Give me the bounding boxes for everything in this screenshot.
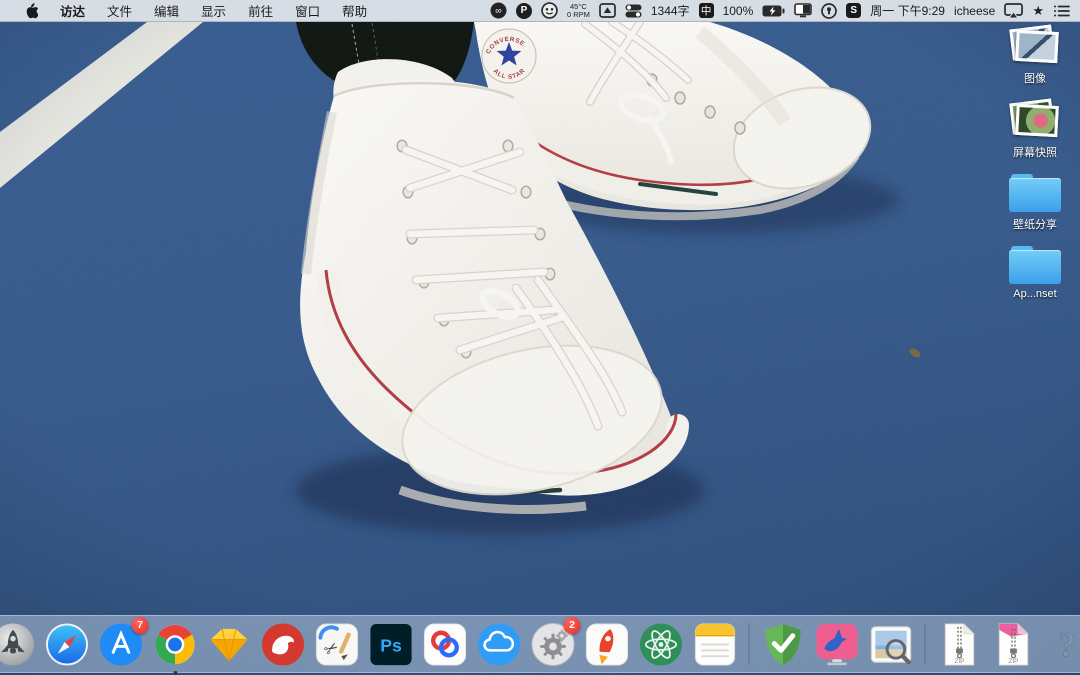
photo-stack-icon	[1010, 100, 1060, 140]
dock-pink-bird-app[interactable]	[814, 621, 861, 668]
word-count[interactable]: 1344字	[651, 0, 690, 21]
zip-file-icon: ZIP	[936, 621, 983, 668]
pink-bird-icon	[814, 621, 861, 668]
p-circle-icon[interactable]: P	[516, 0, 532, 21]
list-icon[interactable]	[1053, 0, 1070, 21]
menu-help[interactable]: 帮助	[331, 0, 378, 21]
dock-baidu-netdisk[interactable]	[422, 621, 469, 668]
safari-compass-icon	[44, 621, 91, 668]
menu-go[interactable]: 前往	[237, 0, 284, 21]
menu-bar-clock[interactable]: 周一 下午9:29	[870, 0, 945, 21]
atom-icon	[638, 621, 685, 668]
dock-red-dog-app[interactable]	[260, 621, 307, 668]
menu-file[interactable]: 文件	[96, 0, 143, 21]
clipper-scissors-icon: ✂	[314, 621, 361, 668]
toggles-icon[interactable]	[625, 0, 642, 21]
svg-text:∞: ∞	[495, 6, 501, 16]
desktop-icon-label: 图像	[1024, 70, 1046, 86]
dock-sketch[interactable]	[206, 621, 253, 668]
apple-icon	[25, 3, 38, 19]
battery-percent: 100%	[723, 0, 754, 21]
dock-atom-app[interactable]	[638, 621, 685, 668]
keyhole-circle-icon[interactable]	[821, 0, 837, 21]
question-mark-icon: ?	[1044, 621, 1080, 668]
dock-preview[interactable]	[868, 621, 915, 668]
folder-icon	[1009, 174, 1061, 212]
dock-safari[interactable]	[44, 621, 91, 668]
photo-stack-icon	[1010, 26, 1060, 66]
star-icon[interactable]: ★	[1032, 0, 1044, 21]
dock-zip-archive-pink[interactable]: ZIP	[990, 621, 1037, 668]
fan-rpm-value: 0 RPM	[567, 10, 590, 19]
launchpad-rocket-icon	[0, 621, 37, 668]
folder-icon	[1009, 246, 1061, 284]
system-preferences-badge: 2	[564, 617, 581, 634]
photoshop-icon: Ps	[368, 621, 415, 668]
rocket-icon	[584, 621, 631, 668]
menu-bar-left: 访达 文件 编辑 显示 前往 窗口 帮助	[0, 0, 378, 21]
dock-adguard[interactable]	[760, 621, 807, 668]
dock: 7 ✂	[0, 615, 1080, 673]
menu-edit[interactable]: 编辑	[143, 0, 190, 21]
eject-display-icon[interactable]	[599, 0, 616, 21]
dock-launchpad[interactable]	[0, 621, 37, 668]
dock-photoshop[interactable]: Ps	[368, 621, 415, 668]
ps-label: Ps	[380, 635, 402, 655]
display-icon[interactable]	[794, 0, 812, 21]
desktop-icon-images[interactable]: 图像	[992, 26, 1078, 86]
zip-label: ZIP	[955, 658, 965, 665]
s-app-icon[interactable]: S	[846, 0, 861, 21]
running-indicator	[173, 671, 177, 675]
dock-chrome[interactable]	[152, 621, 199, 668]
screen-mirroring-icon[interactable]	[1004, 0, 1023, 21]
zip-file-pink-icon: ZIP	[990, 621, 1037, 668]
baidu-netdisk-icon	[422, 621, 469, 668]
dock-system-preferences[interactable]: 2	[530, 621, 577, 668]
notes-icon	[692, 621, 739, 668]
desktop-icon-label: 壁纸分享	[1013, 216, 1057, 232]
creative-cloud-icon[interactable]: ∞	[490, 0, 507, 21]
cloud-icon	[476, 621, 523, 668]
zip-label: ZIP	[1009, 658, 1019, 665]
apple-menu[interactable]	[14, 0, 49, 21]
preview-loupe-icon	[868, 621, 915, 668]
desktop-icon-column: 图像 屏幕快照 壁纸分享 Ap...nset	[992, 26, 1078, 300]
menu-view[interactable]: 显示	[190, 0, 237, 21]
menu-bar: 访达 文件 编辑 显示 前往 窗口 帮助 ∞ P 45°C0 RPM 1344字…	[0, 0, 1080, 22]
user-switcher[interactable]: icheese	[954, 0, 995, 21]
dock-divider	[749, 623, 750, 665]
sketch-diamond-icon	[206, 621, 253, 668]
desktop-icon-label: Ap...nset	[1013, 288, 1056, 300]
desktop-icon-wallpaper-share[interactable]: 壁纸分享	[992, 174, 1078, 232]
shield-check-icon	[760, 621, 807, 668]
dock-rocket-app[interactable]	[584, 621, 631, 668]
menu-bar-status: ∞ P 45°C0 RPM 1344字 中 100% S 周一 下午9:29 i…	[490, 0, 1080, 21]
dock-notes[interactable]	[692, 621, 739, 668]
app-store-badge: 7	[132, 617, 149, 634]
dock-zip-archive[interactable]: ZIP	[936, 621, 983, 668]
question-glyph: ?	[1058, 625, 1076, 664]
desktop-wallpaper: CONVERSE ALL STAR	[0, 22, 1080, 675]
menu-finder[interactable]: 访达	[49, 0, 96, 21]
dock-clipper-app[interactable]: ✂	[314, 621, 361, 668]
desktop-icon-apnset[interactable]: Ap...nset	[992, 246, 1078, 300]
input-method-icon[interactable]: 中	[699, 0, 714, 21]
chrome-icon	[152, 621, 199, 668]
dock-app-store[interactable]: 7	[98, 621, 145, 668]
dock-divider	[925, 623, 926, 665]
temp-fan-stats[interactable]: 45°C0 RPM	[567, 0, 590, 21]
desktop-icon-label: 屏幕快照	[1013, 144, 1057, 160]
battery-charging-icon[interactable]	[762, 0, 785, 21]
menu-window[interactable]: 窗口	[284, 0, 331, 21]
red-dog-icon	[260, 621, 307, 668]
face-icon[interactable]	[541, 0, 558, 21]
wallpaper-photo: CONVERSE ALL STAR	[0, 22, 1080, 675]
desktop-icon-screenshots[interactable]: 屏幕快照	[992, 100, 1078, 160]
dock-missing-app[interactable]: ?	[1044, 621, 1080, 668]
dock-weiyun-cloud[interactable]	[476, 621, 523, 668]
